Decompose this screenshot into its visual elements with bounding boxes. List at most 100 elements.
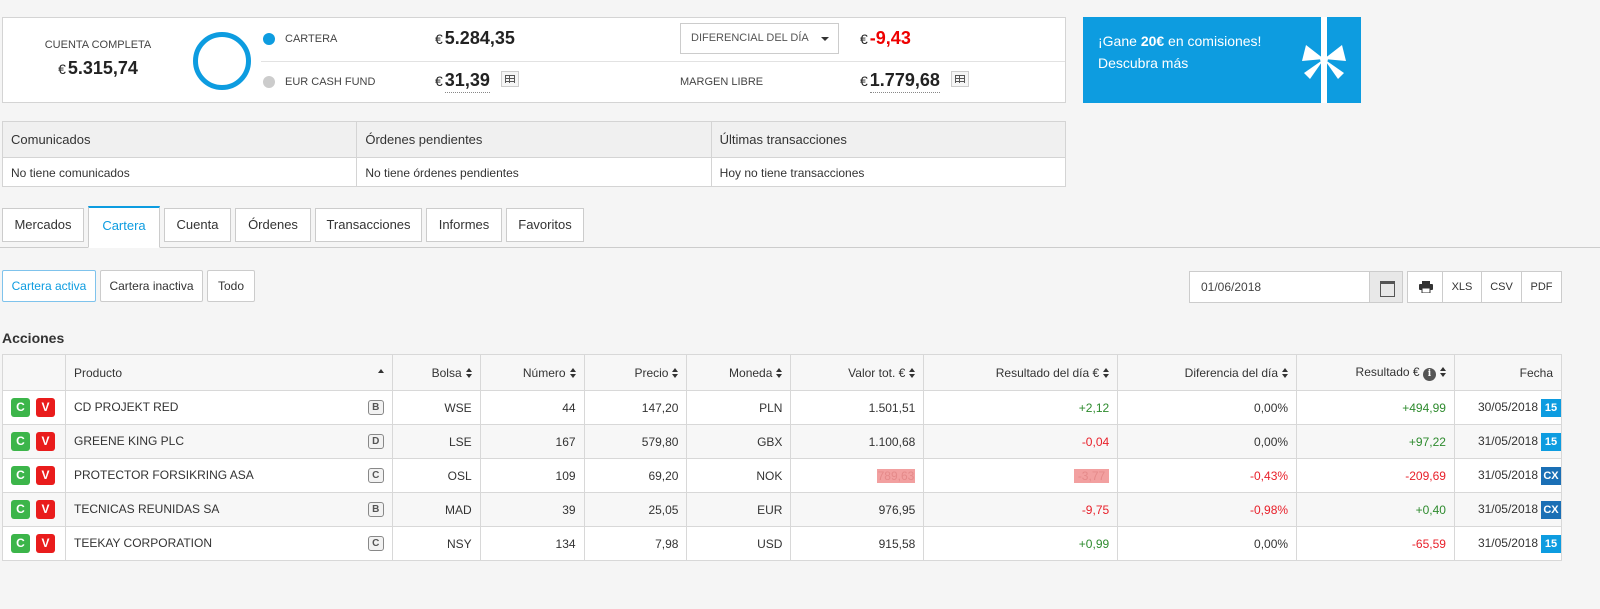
number-cell: 44	[479, 390, 585, 425]
currency-cell: PLN	[686, 390, 792, 425]
number-cell: 39	[479, 492, 585, 527]
promo-banner[interactable]: ¡Gane 20€ en comisiones! Descubra más	[1083, 17, 1361, 103]
total-cell: 789,63	[790, 458, 925, 493]
product-badge: C	[367, 468, 384, 483]
cash-fund-value: €31,39	[435, 70, 490, 93]
price-cell: 7,98	[583, 526, 688, 561]
sort-icon	[672, 367, 679, 378]
header-fecha[interactable]: Fecha	[1453, 354, 1563, 391]
full-account: CUENTA COMPLETA €5.315,74	[3, 18, 193, 104]
export-pdf-button[interactable]: PDF	[1521, 271, 1562, 303]
sort-icon	[569, 367, 576, 378]
tab-informes[interactable]: Informes	[426, 208, 502, 242]
info-body: No tiene órdenes pendientes	[365, 166, 519, 180]
product-name[interactable]: TEEKAY CORPORATION	[74, 536, 212, 550]
filter-inactive-portfolio[interactable]: Cartera inactiva	[100, 270, 203, 302]
price-cell: 147,20	[583, 390, 688, 425]
banner-line1: ¡Gane 20€ en comisiones!	[1098, 33, 1262, 49]
header-resultado-dia[interactable]: Resultado del día €	[923, 354, 1119, 391]
filter-all[interactable]: Todo	[207, 270, 255, 302]
exchange-cell: WSE	[391, 390, 481, 425]
day-diff-value: € -9,43	[860, 28, 911, 48]
communications-column: Comunicados No tiene comunicados	[3, 122, 358, 186]
info-body: No tiene comunicados	[11, 166, 130, 180]
calendar-icon[interactable]	[1369, 271, 1403, 303]
last-transactions-column: Últimas transacciones Hoy no tiene trans…	[711, 122, 1065, 186]
day-diff-dropdown[interactable]: DIFERENCIAL DEL DÍA	[680, 23, 839, 54]
sell-button[interactable]: V	[36, 534, 55, 553]
banner-line2: Descubra más	[1098, 55, 1189, 71]
buy-button[interactable]: C	[11, 466, 30, 485]
header-resultado[interactable]: Resultado € i	[1296, 354, 1455, 391]
day-tag: CX	[1541, 466, 1561, 485]
sell-button[interactable]: V	[36, 432, 55, 451]
header-precio[interactable]: Precio	[583, 354, 688, 391]
print-button[interactable]	[1407, 271, 1443, 303]
sell-button[interactable]: V	[36, 466, 55, 485]
section-title: Acciones	[2, 330, 65, 346]
export-xls-button[interactable]: XLS	[1442, 271, 1482, 303]
result-cell: +97,22	[1296, 424, 1455, 459]
tab-cartera[interactable]: Cartera	[88, 206, 160, 248]
portfolio-donut-chart	[193, 32, 251, 90]
header-valor-total[interactable]: Valor tot. €	[790, 354, 925, 391]
cash-fund-label: EUR CASH FUND	[285, 76, 376, 88]
info-body: Hoy no tiene transacciones	[719, 166, 865, 180]
product-badge: C	[367, 536, 384, 551]
header-bolsa[interactable]: Bolsa	[391, 354, 481, 391]
printer-icon	[1419, 281, 1433, 293]
sort-icon	[1282, 367, 1289, 378]
sell-button[interactable]: V	[36, 500, 55, 519]
date-input[interactable]: 01/06/2018	[1189, 271, 1370, 303]
free-margin-value: €1.779,68	[860, 70, 940, 93]
result-cell: +494,99	[1296, 390, 1455, 425]
header-producto[interactable]: Producto	[64, 354, 393, 391]
number-cell: 167	[479, 424, 585, 459]
table-row: CV TEEKAY CORPORATION C NSY 134 7,98 USD …	[2, 526, 1563, 561]
calculator-icon[interactable]	[501, 71, 519, 87]
product-badge: B	[367, 502, 384, 517]
portfolio-label: CARTERA	[285, 33, 338, 45]
tab-ordenes[interactable]: Órdenes	[235, 208, 311, 242]
number-cell: 109	[479, 458, 585, 493]
header-diferencia-dia[interactable]: Diferencia del día	[1117, 354, 1298, 391]
exchange-cell: MAD	[391, 492, 481, 527]
export-csv-button[interactable]: CSV	[1481, 271, 1522, 303]
header-numero[interactable]: Número	[479, 354, 585, 391]
day-result-cell: +2,12	[923, 390, 1119, 425]
result-cell: -65,59	[1296, 526, 1455, 561]
currency-cell: EUR	[686, 492, 792, 527]
buy-button[interactable]: C	[11, 398, 30, 417]
day-tag: CX	[1541, 500, 1561, 519]
day-result-cell: +0,99	[923, 526, 1119, 561]
day-diff-cell: -0,98%	[1117, 492, 1298, 527]
portfolio-value: €5.284,35	[435, 28, 515, 48]
sort-icon	[1103, 367, 1110, 378]
product-name[interactable]: CD PROJEKT RED	[74, 400, 178, 414]
product-name[interactable]: TECNICAS REUNIDAS SA	[74, 502, 219, 516]
calculator-icon[interactable]	[951, 71, 969, 87]
full-account-value: €5.315,74	[58, 58, 138, 78]
product-name[interactable]: PROTECTOR FORSIKRING ASA	[74, 468, 254, 482]
buy-button[interactable]: C	[11, 432, 30, 451]
info-icon[interactable]: i	[1422, 367, 1436, 381]
tab-mercados[interactable]: Mercados	[2, 208, 84, 242]
sell-button[interactable]: V	[36, 398, 55, 417]
currency-cell: NOK	[686, 458, 792, 493]
tab-favoritos[interactable]: Favoritos	[506, 208, 584, 242]
gift-bow-icon	[1302, 45, 1346, 79]
free-margin-label: MARGEN LIBRE	[680, 76, 764, 88]
product-name[interactable]: GREENE KING PLC	[74, 434, 184, 448]
filter-active-portfolio[interactable]: Cartera activa	[2, 270, 96, 302]
result-cell: -209,69	[1296, 458, 1455, 493]
cash-fund-dot-icon	[263, 76, 275, 88]
table-row: CV TECNICAS REUNIDAS SA B MAD 39 25,05 EU…	[2, 492, 1563, 527]
header-moneda[interactable]: Moneda	[686, 354, 792, 391]
buy-button[interactable]: C	[11, 500, 30, 519]
total-cell: 976,95	[790, 492, 925, 527]
buy-button[interactable]: C	[11, 534, 30, 553]
tab-cuenta[interactable]: Cuenta	[164, 208, 231, 242]
tab-transacciones[interactable]: Transacciones	[315, 208, 422, 242]
sort-icon	[1439, 366, 1446, 377]
day-diff-cell: 0,00%	[1117, 424, 1298, 459]
